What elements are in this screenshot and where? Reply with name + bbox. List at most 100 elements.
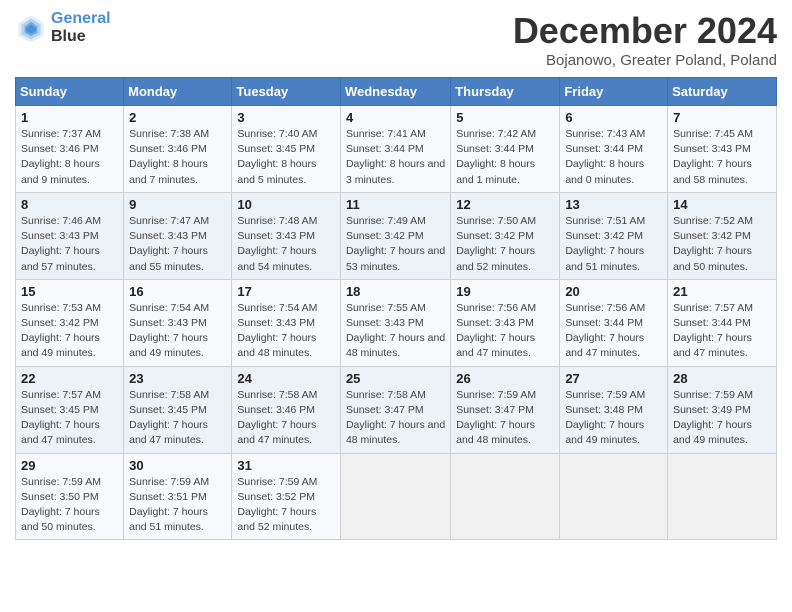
day-detail: Sunrise: 7:54 AMSunset: 3:43 PMDaylight:… [237,301,335,362]
day-of-week-header: Tuesday [232,78,341,106]
calendar-day-cell: 25 Sunrise: 7:58 AMSunset: 3:47 PMDayligh… [340,366,450,453]
calendar-day-cell: 28 Sunrise: 7:59 AMSunset: 3:49 PMDayligh… [668,366,777,453]
calendar-day-cell: 31 Sunrise: 7:59 AMSunset: 3:52 PMDayligh… [232,453,341,540]
day-number: 1 [21,110,118,125]
calendar-day-cell: 19 Sunrise: 7:56 AMSunset: 3:43 PMDayligh… [451,279,560,366]
day-number: 30 [129,458,226,473]
day-number: 10 [237,197,335,212]
title-area: December 2024 Bojanowo, Greater Poland, … [513,10,777,69]
day-number: 13 [565,197,662,212]
calendar-header-row: SundayMondayTuesdayWednesdayThursdayFrid… [16,78,777,106]
day-number: 22 [21,371,118,386]
day-detail: Sunrise: 7:56 AMSunset: 3:43 PMDaylight:… [456,301,554,362]
calendar-week-row: 29 Sunrise: 7:59 AMSunset: 3:50 PMDayligh… [16,453,777,540]
calendar-week-row: 22 Sunrise: 7:57 AMSunset: 3:45 PMDayligh… [16,366,777,453]
day-detail: Sunrise: 7:57 AMSunset: 3:45 PMDaylight:… [21,388,118,449]
day-detail: Sunrise: 7:58 AMSunset: 3:45 PMDaylight:… [129,388,226,449]
main-title: December 2024 [513,10,777,52]
day-detail: Sunrise: 7:51 AMSunset: 3:42 PMDaylight:… [565,214,662,275]
day-number: 11 [346,197,445,212]
calendar-day-cell: 21 Sunrise: 7:57 AMSunset: 3:44 PMDayligh… [668,279,777,366]
calendar-day-cell [668,453,777,540]
calendar-day-cell: 27 Sunrise: 7:59 AMSunset: 3:48 PMDayligh… [560,366,668,453]
day-detail: Sunrise: 7:53 AMSunset: 3:42 PMDaylight:… [21,301,118,362]
day-detail: Sunrise: 7:52 AMSunset: 3:42 PMDaylight:… [673,214,771,275]
day-detail: Sunrise: 7:37 AMSunset: 3:46 PMDaylight:… [21,127,118,188]
day-detail: Sunrise: 7:59 AMSunset: 3:52 PMDaylight:… [237,475,335,536]
calendar-day-cell: 20 Sunrise: 7:56 AMSunset: 3:44 PMDayligh… [560,279,668,366]
calendar-day-cell: 5 Sunrise: 7:42 AMSunset: 3:44 PMDaylight… [451,106,560,193]
day-number: 31 [237,458,335,473]
day-number: 15 [21,284,118,299]
day-number: 21 [673,284,771,299]
day-number: 7 [673,110,771,125]
calendar-day-cell: 12Sunrise: 7:50 AMSunset: 3:42 PMDayligh… [451,192,560,279]
day-number: 25 [346,371,445,386]
day-of-week-header: Wednesday [340,78,450,106]
calendar-week-row: 1 Sunrise: 7:37 AMSunset: 3:46 PMDaylight… [16,106,777,193]
calendar-day-cell: 11 Sunrise: 7:49 AMSunset: 3:42 PMDayligh… [340,192,450,279]
calendar-day-cell: 6Sunrise: 7:43 AMSunset: 3:44 PMDaylight… [560,106,668,193]
calendar-day-cell: 7 Sunrise: 7:45 AMSunset: 3:43 PMDaylight… [668,106,777,193]
subtitle: Bojanowo, Greater Poland, Poland [513,52,777,69]
day-detail: Sunrise: 7:46 AMSunset: 3:43 PMDaylight:… [21,214,118,275]
calendar-week-row: 8 Sunrise: 7:46 AMSunset: 3:43 PMDaylight… [16,192,777,279]
calendar-day-cell: 18 Sunrise: 7:55 AMSunset: 3:43 PMDayligh… [340,279,450,366]
calendar-day-cell: 2 Sunrise: 7:38 AMSunset: 3:46 PMDaylight… [124,106,232,193]
day-number: 8 [21,197,118,212]
day-detail: Sunrise: 7:58 AMSunset: 3:46 PMDaylight:… [237,388,335,449]
page-header: General Blue December 2024 Bojanowo, Gre… [15,10,777,69]
calendar-day-cell: 26Sunrise: 7:59 AMSunset: 3:47 PMDayligh… [451,366,560,453]
day-detail: Sunrise: 7:56 AMSunset: 3:44 PMDaylight:… [565,301,662,362]
calendar-day-cell: 10 Sunrise: 7:48 AMSunset: 3:43 PMDayligh… [232,192,341,279]
day-of-week-header: Friday [560,78,668,106]
day-of-week-header: Thursday [451,78,560,106]
day-number: 23 [129,371,226,386]
day-number: 26 [456,371,554,386]
calendar-day-cell: 13 Sunrise: 7:51 AMSunset: 3:42 PMDayligh… [560,192,668,279]
calendar-day-cell: 3Sunrise: 7:40 AMSunset: 3:45 PMDaylight… [232,106,341,193]
day-detail: Sunrise: 7:38 AMSunset: 3:46 PMDaylight:… [129,127,226,188]
logo: General Blue [15,10,111,45]
calendar-day-cell: 29 Sunrise: 7:59 AMSunset: 3:50 PMDayligh… [16,453,124,540]
calendar-day-cell: 14Sunrise: 7:52 AMSunset: 3:42 PMDayligh… [668,192,777,279]
day-number: 18 [346,284,445,299]
day-number: 19 [456,284,554,299]
day-detail: Sunrise: 7:59 AMSunset: 3:48 PMDaylight:… [565,388,662,449]
day-detail: Sunrise: 7:54 AMSunset: 3:43 PMDaylight:… [129,301,226,362]
day-of-week-header: Monday [124,78,232,106]
day-detail: Sunrise: 7:42 AMSunset: 3:44 PMDaylight:… [456,127,554,188]
calendar-day-cell: 4Sunrise: 7:41 AMSunset: 3:44 PMDaylight… [340,106,450,193]
calendar-day-cell: 24Sunrise: 7:58 AMSunset: 3:46 PMDayligh… [232,366,341,453]
day-number: 20 [565,284,662,299]
calendar-day-cell: 16 Sunrise: 7:54 AMSunset: 3:43 PMDayligh… [124,279,232,366]
day-number: 4 [346,110,445,125]
logo-icon [15,12,47,44]
calendar-day-cell: 30Sunrise: 7:59 AMSunset: 3:51 PMDayligh… [124,453,232,540]
day-detail: Sunrise: 7:50 AMSunset: 3:42 PMDaylight:… [456,214,554,275]
day-detail: Sunrise: 7:49 AMSunset: 3:42 PMDaylight:… [346,214,445,275]
day-detail: Sunrise: 7:48 AMSunset: 3:43 PMDaylight:… [237,214,335,275]
day-detail: Sunrise: 7:59 AMSunset: 3:49 PMDaylight:… [673,388,771,449]
day-number: 5 [456,110,554,125]
day-detail: Sunrise: 7:58 AMSunset: 3:47 PMDaylight:… [346,388,445,449]
calendar-week-row: 15 Sunrise: 7:53 AMSunset: 3:42 PMDayligh… [16,279,777,366]
calendar-day-cell: 1 Sunrise: 7:37 AMSunset: 3:46 PMDaylight… [16,106,124,193]
calendar-day-cell: 9Sunrise: 7:47 AMSunset: 3:43 PMDaylight… [124,192,232,279]
logo-text: General Blue [51,10,111,45]
day-number: 27 [565,371,662,386]
day-of-week-header: Sunday [16,78,124,106]
day-detail: Sunrise: 7:55 AMSunset: 3:43 PMDaylight:… [346,301,445,362]
calendar-day-cell [560,453,668,540]
day-detail: Sunrise: 7:57 AMSunset: 3:44 PMDaylight:… [673,301,771,362]
day-of-week-header: Saturday [668,78,777,106]
day-number: 2 [129,110,226,125]
day-number: 29 [21,458,118,473]
day-number: 3 [237,110,335,125]
day-detail: Sunrise: 7:45 AMSunset: 3:43 PMDaylight:… [673,127,771,188]
day-number: 16 [129,284,226,299]
calendar-day-cell [451,453,560,540]
calendar-day-cell: 17Sunrise: 7:54 AMSunset: 3:43 PMDayligh… [232,279,341,366]
day-number: 28 [673,371,771,386]
day-detail: Sunrise: 7:59 AMSunset: 3:50 PMDaylight:… [21,475,118,536]
